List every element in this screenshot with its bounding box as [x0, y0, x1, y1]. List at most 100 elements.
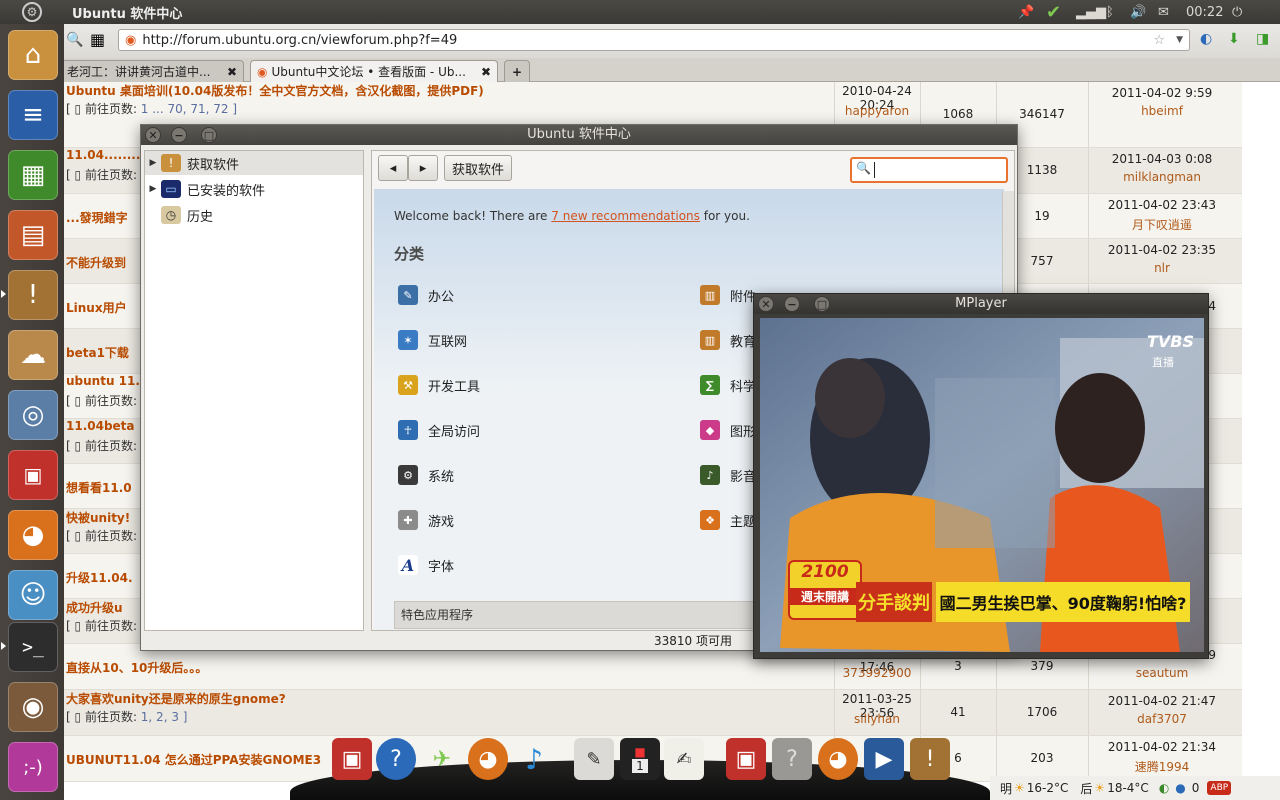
adblock-icon[interactable]: ABP — [1207, 781, 1232, 795]
topic-title-link[interactable]: 大家喜欢unity还是原来的原生gnome? — [66, 690, 286, 707]
terminal-icon[interactable]: >_ — [8, 622, 58, 672]
close-tab-icon[interactable]: ✖ — [481, 65, 491, 79]
feed-icon[interactable]: ◨ — [1256, 31, 1269, 47]
last-post-user-link[interactable]: milklangman — [1088, 170, 1236, 184]
minimize-icon[interactable]: − — [171, 127, 187, 143]
category-office[interactable]: ✎ 办公 — [398, 285, 454, 305]
topic-title-link[interactable]: 直接从10、10升级后。。。 — [66, 659, 207, 676]
last-post-user-link[interactable]: daf3707 — [1088, 712, 1236, 726]
text-editor-icon[interactable]: ✍ — [664, 738, 704, 780]
recommendations-link[interactable]: 7 new recommendations — [551, 209, 700, 223]
last-post-user-link[interactable]: seautum — [1088, 666, 1236, 680]
forward-button[interactable]: ▸ — [408, 155, 438, 181]
video-frame[interactable]: TVBS 直播 2100 週末開講 分手談判 國二男生挨巴掌、90度鞠躬!怕啥? — [760, 318, 1204, 652]
category-themes[interactable]: ❖ 主题 — [700, 510, 756, 530]
firefox-icon[interactable]: ◕ — [468, 738, 508, 780]
category-education[interactable]: ▥ 教育 — [700, 330, 756, 350]
expander-icon[interactable]: ▶ — [145, 184, 161, 194]
tab-ubuntu-forum[interactable]: ◉ Ubuntu中文论坛 • 查看版面 - Ub... ✖ — [250, 60, 498, 82]
help-icon[interactable]: ? — [376, 738, 416, 780]
topic-title-link[interactable]: 11.04beta — [66, 419, 135, 433]
topic-author-link[interactable]: 373992900 — [834, 666, 920, 680]
category-fonts[interactable]: A 字体 — [398, 555, 454, 575]
breadcrumb-get-software[interactable]: 获取软件 — [444, 155, 512, 181]
topic-author-link[interactable]: happyaron — [834, 104, 920, 118]
pin-icon[interactable]: 📌 — [1018, 0, 1034, 24]
firefox-icon[interactable]: ◕ — [8, 510, 58, 560]
help-icon-2[interactable]: ? — [772, 738, 812, 780]
topic-title-link[interactable]: Linux用户 — [66, 299, 127, 316]
topic-title-link[interactable]: UBUNUT11.04 怎么通过PPA安装GNOME3 — [66, 751, 321, 768]
minimize-icon[interactable]: − — [784, 296, 800, 312]
tab-laohegong[interactable]: 老河工：讲讲黄河古道中... ✖ — [60, 60, 244, 82]
chat-icon[interactable]: ● — [1175, 781, 1185, 795]
category-accessories[interactable]: ▥ 附件 — [700, 285, 756, 305]
bird-icon[interactable]: ✈ — [422, 738, 462, 780]
topic-title-link[interactable]: 成功升级u — [66, 599, 123, 616]
page-links[interactable]: 1, 2, 3 ] — [141, 710, 188, 724]
category-games[interactable]: ✚ 游戏 — [398, 510, 454, 530]
topic-author-link[interactable]: sillyhan — [834, 712, 920, 726]
writer-icon[interactable]: ≡ — [8, 90, 58, 140]
addon-icon[interactable]: ◐ — [1200, 31, 1212, 47]
expander-icon[interactable]: ▶ — [145, 158, 161, 168]
bookmark-star-icon[interactable]: ☆ — [1153, 33, 1165, 48]
software-center-icon[interactable]: ! — [8, 270, 58, 320]
calc-icon[interactable]: ▦ — [8, 150, 58, 200]
impress-icon[interactable]: ▤ — [8, 210, 58, 260]
category-multimedia[interactable]: ♪ 影音 — [700, 465, 756, 485]
topic-title-link[interactable]: ubuntu 11. — [66, 374, 140, 388]
new-tab-button[interactable]: + — [504, 60, 530, 82]
mail-icon[interactable]: ✉ — [1158, 0, 1169, 24]
url-bar[interactable]: ◉ http://forum.ubuntu.org.cn/viewforum.p… — [118, 29, 1190, 51]
topic-title-link[interactable]: 快被unity! — [66, 509, 130, 526]
clock[interactable]: 00:22 — [1186, 0, 1223, 24]
topic-title-link[interactable]: beta1下载 — [66, 344, 129, 361]
topic-title-link[interactable]: ...發現錯字 — [66, 209, 128, 226]
gwibber-icon[interactable]: ;-) — [8, 742, 58, 792]
category-accessibility[interactable]: ☥ 全局访问 — [398, 420, 480, 440]
category-graphics[interactable]: ◆ 图形 — [700, 420, 756, 440]
workspace-switcher-icon[interactable]: ■ 1 — [620, 738, 660, 780]
sidebar-item-history[interactable]: ◷ 历史 — [145, 203, 363, 227]
category-internet[interactable]: ✶ 互联网 — [398, 330, 467, 350]
topic-title-link[interactable]: Ubuntu 桌面培训(10.04版发布！全中文官方文档，含汉化截图，提供PDF… — [66, 82, 484, 99]
topic-title-link[interactable]: 不能升级到 — [66, 254, 126, 271]
category-devtools[interactable]: ⚒ 开发工具 — [398, 375, 480, 395]
firefox-icon-2[interactable]: ◕ — [818, 738, 858, 780]
close-icon[interactable]: ✕ — [758, 296, 774, 312]
weather-tomorrow[interactable]: 16-2°C — [1027, 781, 1069, 795]
category-system[interactable]: ⚙ 系统 — [398, 465, 454, 485]
search-icon[interactable]: 🔍 — [66, 32, 83, 48]
workspaces-icon-2[interactable]: ▣ — [726, 738, 766, 780]
music-note-icon[interactable]: ♪ — [514, 738, 554, 780]
speaker-icon[interactable]: ◉ — [8, 682, 58, 732]
sidebar-item-get-software[interactable]: ▶ ! 获取软件 — [145, 151, 363, 175]
network-icon[interactable]: ▂▄▆ — [1076, 0, 1106, 24]
page-links[interactable]: 1 ... 70, 71, 72 ] — [141, 102, 237, 116]
last-post-user-link[interactable]: nlr — [1088, 261, 1236, 275]
window-titlebar[interactable]: Ubuntu 软件中心 — [141, 125, 1017, 145]
sidebar-item-installed[interactable]: ▶ ▭ 已安装的软件 — [145, 177, 363, 201]
empathy-icon[interactable]: ☺ — [8, 570, 58, 620]
back-button[interactable]: ◂ — [378, 155, 408, 181]
maximize-icon[interactable]: □ — [814, 296, 830, 312]
last-post-user-link[interactable]: 速腾1994 — [1088, 758, 1236, 775]
workspaces-icon[interactable]: ▣ — [332, 738, 372, 780]
category-science[interactable]: ∑ 科学 — [700, 375, 756, 395]
close-icon[interactable]: ✕ — [145, 127, 161, 143]
url-text[interactable]: http://forum.ubuntu.org.cn/viewforum.php… — [142, 33, 457, 48]
volume-icon[interactable]: 🔊 — [1130, 0, 1146, 24]
bluetooth-icon[interactable]: ᛒ — [1106, 0, 1114, 24]
close-tab-icon[interactable]: ✖ — [227, 65, 237, 79]
power-icon[interactable]: ⏻ — [1232, 0, 1242, 24]
tab-grid-icon[interactable]: ▦ — [90, 30, 105, 49]
topic-title-link[interactable]: 11.04........ — [66, 148, 140, 162]
chevron-down-icon[interactable]: ▼ — [1176, 35, 1183, 45]
ubuntu-one-icon[interactable]: ☁ — [8, 330, 58, 380]
topic-title-link[interactable]: 升级11.04. — [66, 569, 133, 586]
weather-day-after[interactable]: 18-4°C — [1107, 781, 1149, 795]
video-icon[interactable]: ▶ — [864, 738, 904, 780]
status-icon[interactable]: ◐ — [1159, 781, 1169, 795]
workspaces-icon[interactable]: ▣ — [8, 450, 58, 500]
